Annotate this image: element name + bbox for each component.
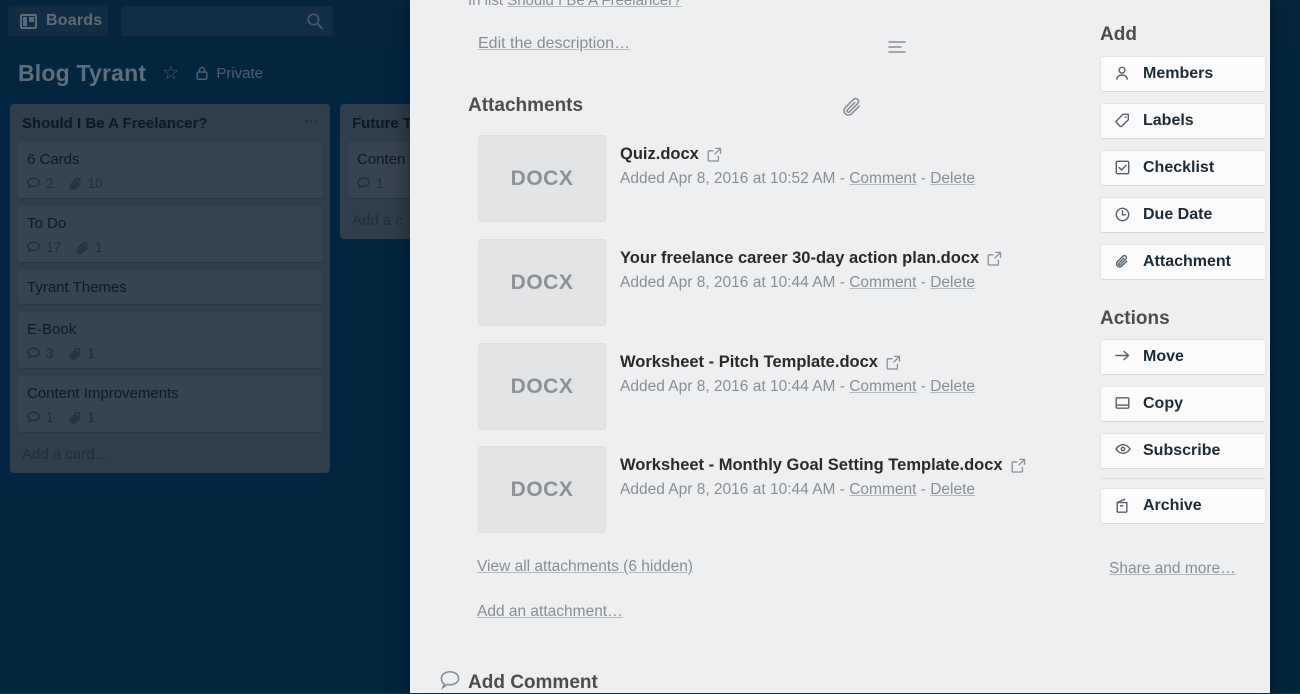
external-link-icon[interactable]: [886, 355, 901, 370]
add-attachment-link[interactable]: Add an attachment…: [477, 603, 623, 621]
meta-separator: -: [916, 481, 930, 498]
paperclip-icon: [842, 96, 864, 118]
add-checklist-button[interactable]: Checklist: [1100, 150, 1266, 186]
attachments-heading: Attachments: [468, 95, 583, 117]
clock-icon: [1115, 207, 1131, 223]
sidebar-item-label: Members: [1143, 65, 1213, 83]
sidebar-item-label: Labels: [1143, 112, 1194, 130]
attachment-meta: Added Apr 8, 2016 at 10:44 AM - Comment …: [620, 481, 1026, 499]
move-card-button[interactable]: Move: [1100, 339, 1266, 375]
meta-separator: -: [835, 274, 849, 291]
meta-separator: -: [835, 170, 849, 187]
copy-icon: [1115, 396, 1131, 412]
card-detail-main: In list Should I Be A Freelancer? Edit t…: [410, 0, 1082, 693]
attachment-info: Worksheet - Monthly Goal Setting Templat…: [620, 456, 1026, 499]
meta-separator: -: [916, 378, 930, 395]
card-detail-modal: In list Should I Be A Freelancer? Edit t…: [410, 0, 1270, 693]
meta-separator: -: [835, 378, 849, 395]
attachment-info: Worksheet - Pitch Template.docx Added Ap…: [620, 353, 975, 396]
archive-box-icon: [1115, 498, 1131, 514]
attachment-thumbnail[interactable]: DOCX: [478, 135, 606, 222]
share-and-more-link[interactable]: Share and more…: [1109, 560, 1236, 578]
external-link-icon[interactable]: [1011, 458, 1026, 473]
meta-separator: -: [916, 170, 930, 187]
attachment-info: Quiz.docx Added Apr 8, 2016 at 10:52 AM …: [620, 145, 975, 188]
sidebar-item-label: Archive: [1143, 497, 1202, 515]
eye-icon: [1115, 443, 1131, 459]
attachment-delete-link[interactable]: Delete: [930, 378, 975, 395]
attachment-meta: Added Apr 8, 2016 at 10:44 AM - Comment …: [620, 274, 1002, 292]
paperclip-icon: [1115, 254, 1131, 270]
attachment-delete-link[interactable]: Delete: [930, 170, 975, 187]
sidebar-item-label: Attachment: [1143, 253, 1231, 271]
subscribe-button[interactable]: Subscribe: [1100, 433, 1266, 469]
sidebar-item-label: Due Date: [1143, 206, 1212, 224]
checkbox-icon: [1115, 160, 1131, 176]
card-detail-sidebar: Add Members Labels: [1082, 0, 1270, 693]
attachment-filename: Your freelance career 30-day action plan…: [620, 249, 979, 268]
meta-separator: -: [916, 274, 930, 291]
attachment-info: Your freelance career 30-day action plan…: [620, 249, 1002, 292]
attachment-added-date: Added Apr 8, 2016 at 10:44 AM: [620, 481, 835, 498]
attachment-name[interactable]: Worksheet - Pitch Template.docx: [620, 353, 975, 372]
attachment-comment-link[interactable]: Comment: [849, 481, 916, 498]
view-all-attachments-link[interactable]: View all attachments (6 hidden): [477, 558, 693, 576]
description-lines-icon: [888, 40, 906, 54]
copy-card-button[interactable]: Copy: [1100, 386, 1266, 422]
attachment-added-date: Added Apr 8, 2016 at 10:44 AM: [620, 274, 835, 291]
attachment-thumbnail[interactable]: DOCX: [478, 446, 606, 533]
attachment-name[interactable]: Quiz.docx: [620, 145, 975, 164]
attachment-filename: Quiz.docx: [620, 145, 699, 164]
attachment-added-date: Added Apr 8, 2016 at 10:52 AM: [620, 170, 835, 187]
edit-description-link[interactable]: Edit the description…: [478, 35, 630, 53]
add-members-button[interactable]: Members: [1100, 56, 1266, 92]
attachment-filename: Worksheet - Pitch Template.docx: [620, 353, 878, 372]
attachment-delete-link[interactable]: Delete: [930, 274, 975, 291]
attachment-added-date: Added Apr 8, 2016 at 10:44 AM: [620, 378, 835, 395]
sidebar-add-heading: Add: [1100, 24, 1137, 46]
sidebar-item-label: Move: [1143, 348, 1184, 366]
external-link-icon[interactable]: [707, 147, 722, 162]
attachment-name[interactable]: Worksheet - Monthly Goal Setting Templat…: [620, 456, 1026, 475]
attachment-comment-link[interactable]: Comment: [849, 378, 916, 395]
add-attachment-button[interactable]: Attachment: [1100, 244, 1266, 280]
attachment-delete-link[interactable]: Delete: [930, 481, 975, 498]
sidebar-item-label: Checklist: [1143, 159, 1214, 177]
attachment-thumbnail[interactable]: DOCX: [478, 343, 606, 430]
sidebar-item-label: Copy: [1143, 395, 1183, 413]
sidebar-item-label: Subscribe: [1143, 442, 1220, 460]
add-comment-heading: Add Comment: [468, 672, 598, 694]
add-due-date-button[interactable]: Due Date: [1100, 197, 1266, 233]
tag-icon: [1115, 113, 1131, 129]
person-icon: [1115, 66, 1131, 82]
in-list-prefix: In list: [468, 0, 507, 9]
archive-button[interactable]: Archive: [1100, 488, 1266, 524]
attachment-filename: Worksheet - Monthly Goal Setting Templat…: [620, 456, 1003, 475]
arrow-right-icon: [1115, 349, 1131, 365]
external-link-icon[interactable]: [987, 251, 1002, 266]
attachment-comment-link[interactable]: Comment: [849, 274, 916, 291]
add-labels-button[interactable]: Labels: [1100, 103, 1266, 139]
attachment-meta: Added Apr 8, 2016 at 10:44 AM - Comment …: [620, 378, 975, 396]
sidebar-divider: [1100, 478, 1266, 479]
in-list-link[interactable]: Should I Be A Freelancer?: [507, 0, 681, 9]
meta-separator: -: [835, 481, 849, 498]
attachment-thumbnail[interactable]: DOCX: [478, 239, 606, 326]
attachment-meta: Added Apr 8, 2016 at 10:52 AM - Comment …: [620, 170, 975, 188]
attachment-comment-link[interactable]: Comment: [849, 170, 916, 187]
attachment-name[interactable]: Your freelance career 30-day action plan…: [620, 249, 1002, 268]
in-list-breadcrumb: In list Should I Be A Freelancer?: [468, 0, 681, 9]
comment-bubble-icon: [440, 670, 462, 690]
sidebar-actions-heading: Actions: [1100, 308, 1170, 330]
